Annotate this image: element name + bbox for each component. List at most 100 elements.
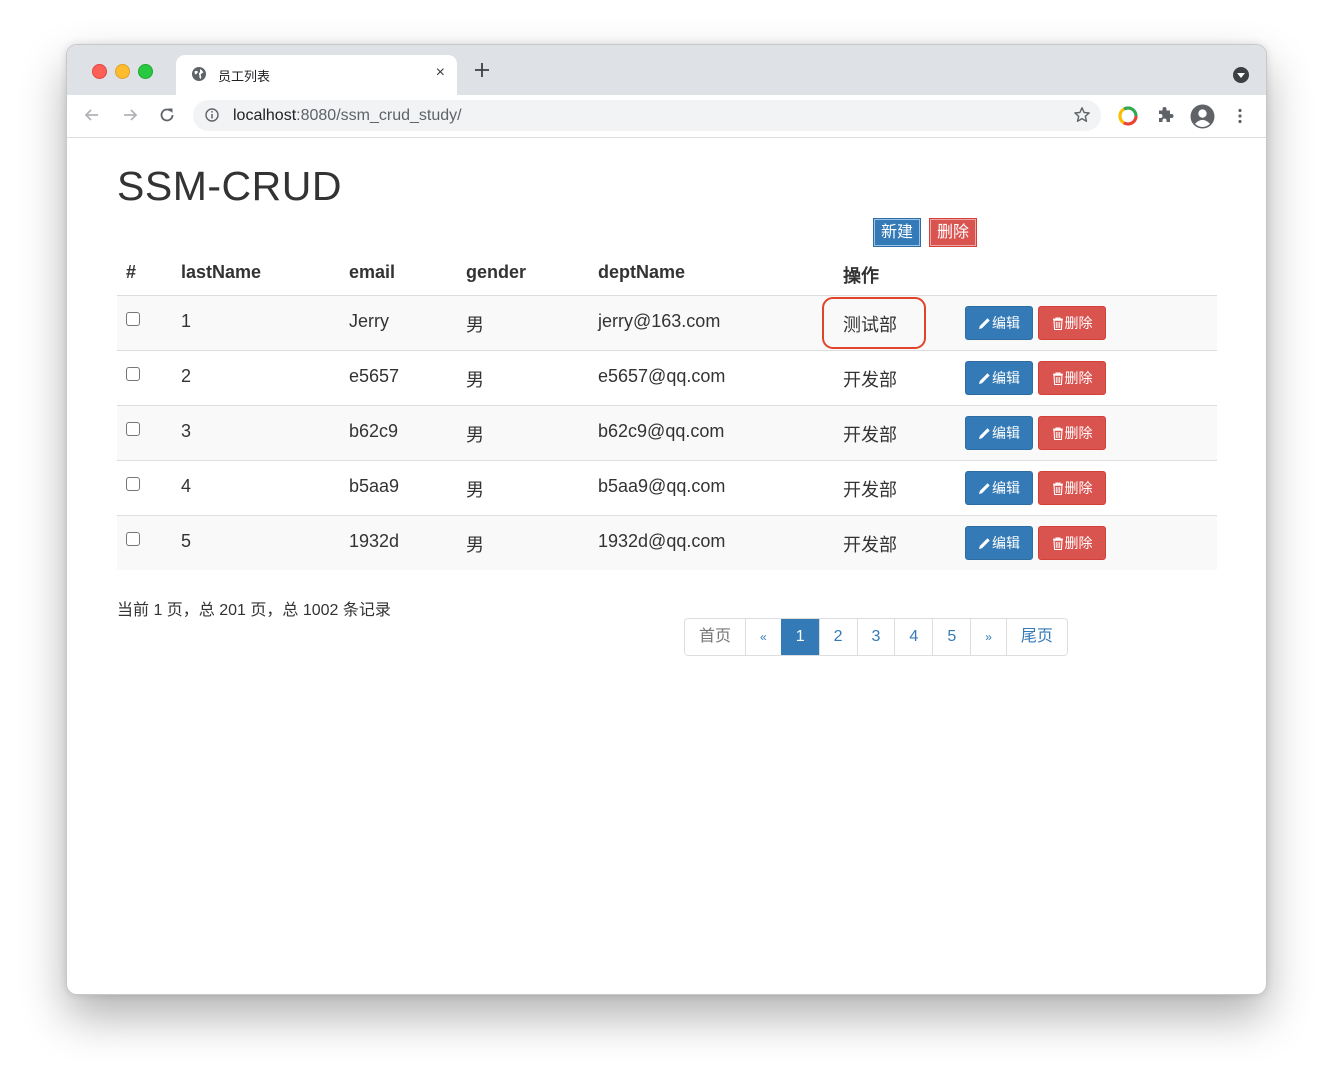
pencil-icon — [979, 538, 990, 549]
edit-button[interactable]: 编辑 — [965, 416, 1033, 450]
row-checkbox[interactable] — [126, 312, 140, 326]
trash-icon — [1052, 372, 1063, 385]
delete-button[interactable]: 删除 — [1038, 526, 1106, 560]
minimize-window-button[interactable] — [115, 64, 130, 79]
tab-title: 员工列表 — [218, 69, 271, 84]
row-lastname: e5657 — [349, 366, 400, 386]
edit-label: 编辑 — [992, 535, 1020, 551]
bulk-delete-button[interactable]: 删除 — [929, 218, 978, 247]
pagination: 首页 « 1 2 3 4 5 » 尾页 — [684, 618, 1068, 656]
address-bar[interactable]: localhost:8080/ssm_crud_study/ — [193, 100, 1101, 131]
row-lastname: Jerry — [349, 311, 389, 331]
header-lastname: lastName — [181, 262, 262, 282]
url-text: localhost:8080/ssm_crud_study/ — [233, 107, 462, 125]
row-lastname: b62c9 — [349, 421, 399, 441]
new-tab-icon[interactable] — [472, 60, 492, 80]
pencil-icon — [979, 483, 990, 494]
dept-highlight-annotation — [822, 297, 926, 349]
close-window-button[interactable] — [92, 64, 107, 79]
bookmark-star-icon[interactable] — [1073, 106, 1091, 124]
page-2[interactable]: 2 — [818, 619, 857, 655]
table-row: 3 b62c9 男 b62c9@qq.com 开发部 编辑 删除 — [117, 405, 1217, 460]
trash-icon — [1052, 537, 1063, 550]
maximize-window-button[interactable] — [138, 64, 153, 79]
edit-label: 编辑 — [992, 315, 1020, 331]
back-arrow-icon[interactable] — [82, 105, 102, 125]
row-gender: 男 — [466, 425, 484, 445]
row-email: e5657@qq.com — [598, 366, 726, 386]
pencil-icon — [979, 373, 990, 384]
more-menu-icon[interactable] — [1230, 106, 1250, 126]
page-next[interactable]: » — [970, 619, 1006, 655]
row-email: 1932d@qq.com — [598, 531, 726, 551]
header-email: email — [349, 262, 396, 282]
row-id: 4 — [181, 476, 192, 496]
delete-button[interactable]: 删除 — [1038, 306, 1106, 340]
edit-button[interactable]: 编辑 — [965, 306, 1033, 340]
tab-close-icon[interactable]: × — [436, 64, 445, 82]
browser-tab[interactable]: 员工列表 × — [176, 55, 457, 95]
profile-avatar-icon[interactable] — [1190, 104, 1215, 129]
reload-icon[interactable] — [157, 105, 177, 125]
delete-button[interactable]: 删除 — [1038, 361, 1106, 395]
row-gender: 男 — [466, 370, 484, 390]
row-id: 5 — [181, 531, 192, 551]
url-path: :8080/ssm_crud_study/ — [296, 107, 462, 124]
row-email: b62c9@qq.com — [598, 421, 725, 441]
delete-button[interactable]: 删除 — [1038, 416, 1106, 450]
row-dept: 开发部 — [843, 480, 897, 500]
page-3[interactable]: 3 — [856, 619, 895, 655]
table-row: 2 e5657 男 e5657@qq.com 开发部 编辑 删除 — [117, 350, 1217, 405]
edit-button[interactable]: 编辑 — [965, 361, 1033, 395]
row-id: 3 — [181, 421, 192, 441]
browser-toolbar: localhost:8080/ssm_crud_study/ — [67, 95, 1266, 138]
header-deptname: deptName — [598, 262, 686, 282]
row-dept: 开发部 — [843, 535, 897, 555]
row-lastname: 1932d — [349, 531, 400, 551]
trash-icon — [1052, 427, 1063, 440]
tab-strip: 员工列表 × — [67, 45, 1266, 95]
row-dept: 开发部 — [843, 370, 897, 390]
row-checkbox[interactable] — [126, 367, 140, 381]
page-1[interactable]: 1 — [780, 619, 819, 655]
header-index: # — [126, 262, 137, 282]
delete-label: 删除 — [1064, 425, 1093, 441]
row-checkbox[interactable] — [126, 422, 140, 436]
page-5[interactable]: 5 — [932, 619, 971, 655]
row-email: jerry@163.com — [598, 311, 721, 331]
puzzle-extensions-icon[interactable] — [1155, 106, 1175, 126]
tab-search-icon[interactable] — [1233, 67, 1249, 83]
row-checkbox[interactable] — [126, 532, 140, 546]
browser-window: 员工列表 × localhost:8080/ssm_crud_study/ SS… — [66, 44, 1267, 995]
row-gender: 男 — [466, 535, 484, 555]
page-first[interactable]: 首页 — [685, 619, 746, 655]
forward-arrow-icon[interactable] — [120, 105, 140, 125]
row-gender: 男 — [466, 480, 484, 500]
table-row: 4 b5aa9 男 b5aa9@qq.com 开发部 编辑 删除 — [117, 460, 1217, 515]
page-4[interactable]: 4 — [894, 619, 933, 655]
page-content: SSM-CRUD 新建 删除 # lastName email gender d… — [67, 138, 1266, 994]
chrome-extension-icon[interactable] — [1118, 106, 1138, 126]
header-actions: 操作 — [843, 266, 879, 286]
delete-label: 删除 — [1064, 315, 1093, 331]
url-host: localhost — [233, 107, 297, 124]
row-email: b5aa9@qq.com — [598, 476, 726, 496]
header-gender: gender — [466, 262, 527, 282]
page-prev[interactable]: « — [745, 619, 781, 655]
row-checkbox[interactable] — [126, 477, 140, 491]
edit-label: 编辑 — [992, 425, 1020, 441]
table-row: 5 1932d 男 1932d@qq.com 开发部 编辑 删除 — [117, 515, 1217, 570]
edit-button[interactable]: 编辑 — [965, 526, 1033, 560]
page-last[interactable]: 尾页 — [1005, 619, 1067, 655]
info-icon[interactable] — [205, 108, 219, 122]
globe-icon — [192, 67, 206, 81]
delete-button[interactable]: 删除 — [1038, 471, 1106, 505]
row-dept: 开发部 — [843, 425, 897, 445]
edit-button[interactable]: 编辑 — [965, 471, 1033, 505]
new-employee-button[interactable]: 新建 — [873, 218, 922, 247]
delete-label: 删除 — [1064, 480, 1093, 496]
trash-icon — [1052, 317, 1063, 330]
row-lastname: b5aa9 — [349, 476, 400, 496]
page-title: SSM-CRUD — [117, 163, 342, 209]
page-info-text: 当前 1 页，总 201 页，总 1002 条记录 — [117, 602, 391, 619]
